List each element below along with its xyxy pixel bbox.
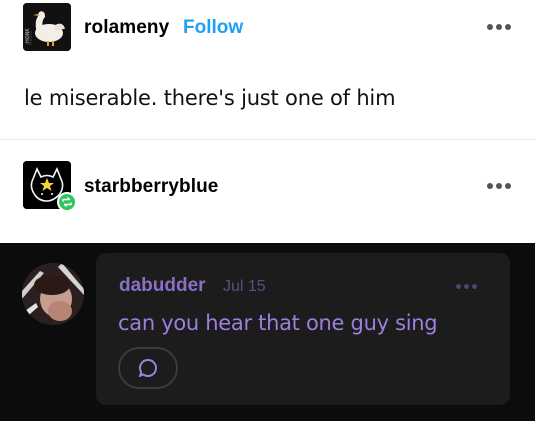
reply-button[interactable] — [118, 347, 178, 389]
speech-bubble-icon — [139, 359, 157, 377]
bottom-strip — [0, 421, 535, 430]
avatar-rolameny[interactable]: HONK — [23, 3, 71, 51]
divider — [0, 139, 535, 140]
more-horizontal-icon[interactable] — [487, 22, 513, 32]
comment-username[interactable]: dabudder — [119, 275, 206, 297]
post-body-text: le miserable. there's just one of him — [24, 86, 396, 110]
more-horizontal-icon[interactable] — [487, 181, 513, 191]
commenter-photo — [22, 263, 84, 325]
post-author-name[interactable]: rolameny — [84, 17, 169, 39]
follow-button[interactable]: Follow — [183, 17, 243, 39]
goose-avatar-image: HONK — [23, 3, 71, 51]
comment-text: can you hear that one guy sing — [118, 311, 438, 335]
more-horizontal-icon[interactable] — [456, 283, 482, 291]
comment-date: Jul 15 — [223, 278, 266, 295]
svg-text:HONK: HONK — [25, 28, 31, 43]
reblog-author-name[interactable]: starbberryblue — [84, 176, 218, 198]
comment-card: dabudder Jul 15 can you hear that one gu… — [96, 253, 510, 405]
reblog-icon — [57, 192, 77, 212]
commenter-avatar[interactable] — [22, 263, 84, 325]
